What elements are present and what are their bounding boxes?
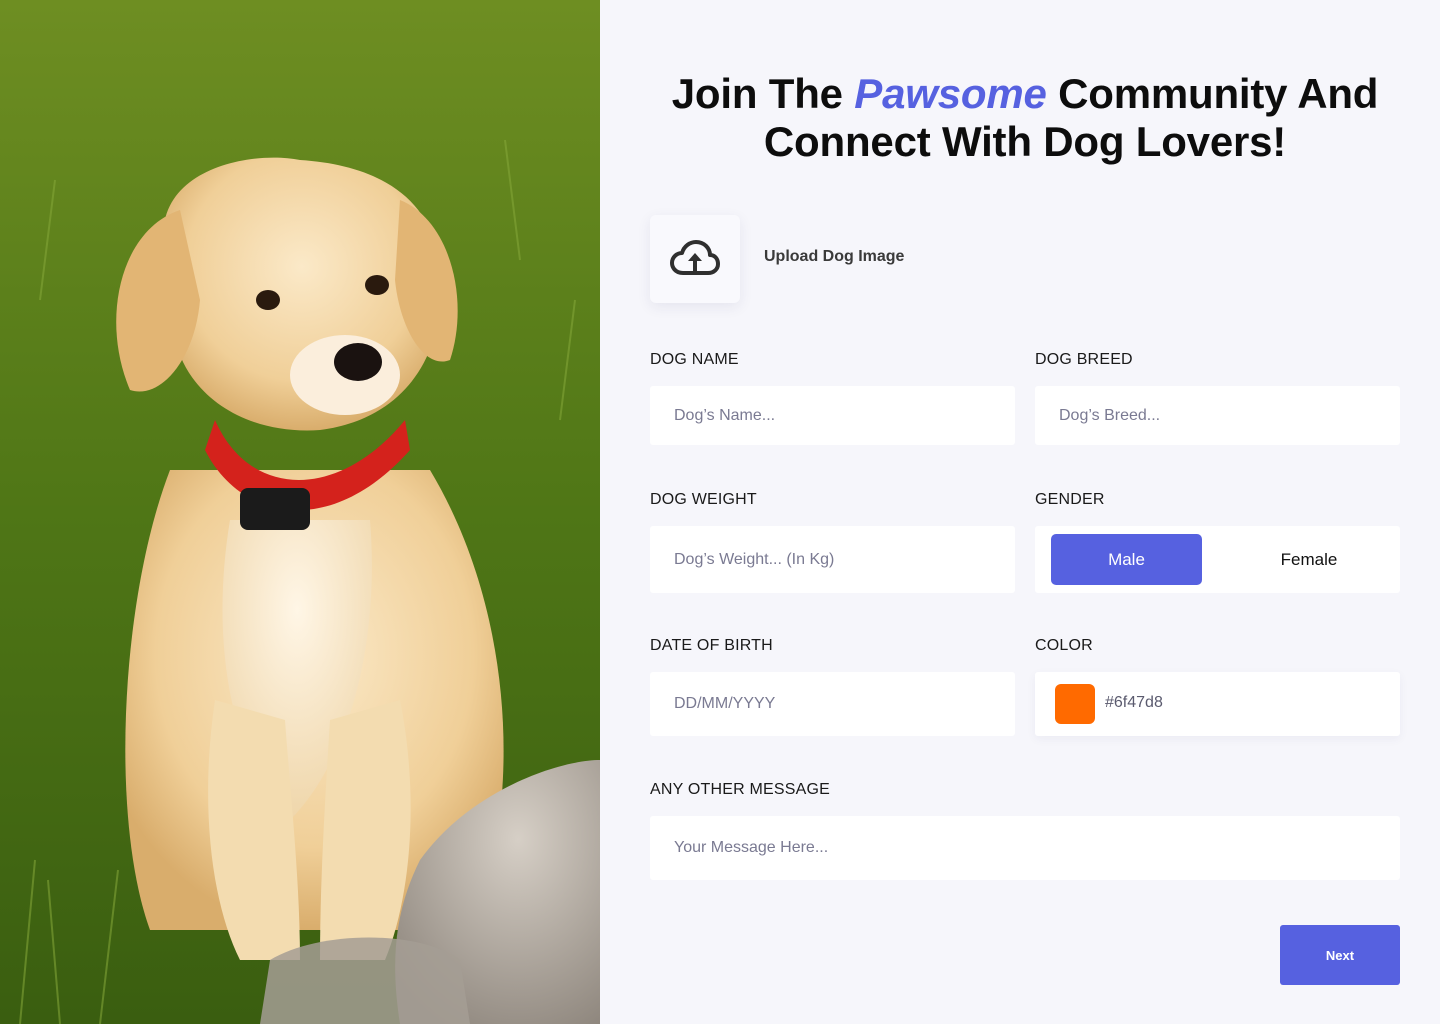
message-label: ANY OTHER MESSAGE [650,781,831,798]
cloud-upload-icon [670,240,720,275]
page-title: Join The Pawsome Community And Connect W… [640,70,1410,166]
color-value: #6f47d8 [1105,694,1163,711]
color-picker[interactable]: #6f47d8 [1035,672,1400,736]
dog-profile-form: Join The Pawsome Community And Connect W… [600,0,1440,1024]
dog-breed-input[interactable] [1035,386,1400,445]
next-button[interactable]: Next [1280,925,1400,985]
upload-image-label: Upload Dog Image [764,248,905,265]
dog-name-label: DOG NAME [650,351,739,368]
color-swatch[interactable] [1055,684,1095,724]
dog-weight-input[interactable] [650,526,1015,593]
title-text-start: Join The [671,70,855,117]
gender-female-button[interactable]: Female [1235,534,1383,585]
color-label: COLOR [1035,637,1093,654]
date-of-birth-label: DATE OF BIRTH [650,637,773,654]
gender-label: GENDER [1035,491,1105,508]
message-input[interactable] [650,816,1400,880]
upload-image-button[interactable] [650,215,740,303]
hero-image [0,0,600,1024]
gender-toggle: Male Female [1035,526,1400,593]
date-of-birth-input[interactable] [650,672,1015,736]
title-accent-text: Pawsome [854,70,1047,117]
signup-page: Join The Pawsome Community And Connect W… [0,0,1440,1024]
dog-breed-label: DOG BREED [1035,351,1133,368]
dog-weight-label: DOG WEIGHT [650,491,757,508]
dog-name-input[interactable] [650,386,1015,445]
puppy-illustration [0,0,600,1024]
gender-male-button[interactable]: Male [1051,534,1202,585]
